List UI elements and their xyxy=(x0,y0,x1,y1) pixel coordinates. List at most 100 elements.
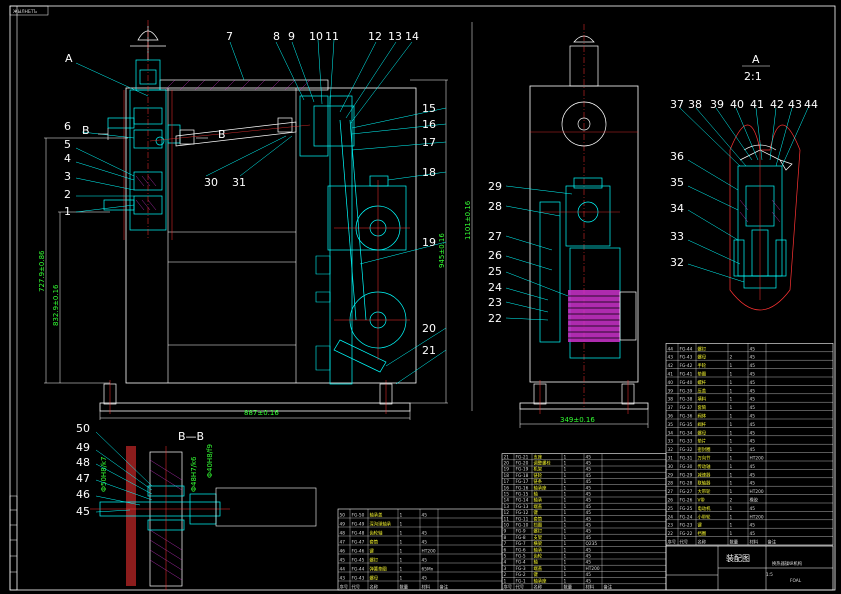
bom-cell: 减速器 xyxy=(698,471,712,478)
bom-cell: HT200 xyxy=(750,456,764,462)
bom-cell: 3 xyxy=(504,566,507,572)
bom-cell: 齿轮轴 xyxy=(370,530,383,537)
bom-header-cell: 备注 xyxy=(440,584,449,591)
dim-height-4: 1101±0.16 xyxy=(464,200,472,240)
part-47: 47 xyxy=(76,472,90,485)
bom-cell: 50 xyxy=(340,513,346,519)
bom-cell: 11 xyxy=(504,516,510,522)
bom-cell: 45 xyxy=(586,510,592,516)
bom-cell: FG-15 xyxy=(516,492,529,498)
bom-cell: 键 xyxy=(698,522,703,529)
bom-cell: 40 xyxy=(668,380,674,386)
bom-cell: 键 xyxy=(534,509,539,516)
part-24: 24 xyxy=(488,281,502,294)
bom-cell: FG-43 xyxy=(352,576,365,582)
bom-cell: 支座 xyxy=(534,453,543,460)
bom-cell: 6 xyxy=(504,547,507,553)
bom-cell: FG-9 xyxy=(516,529,526,535)
bom-cell: 32 xyxy=(668,447,674,453)
drawing-canvas: ЖЫЛНБТЪ 727.9±0.86 832.9±0.16 887±0.16 9… xyxy=(0,0,841,594)
dim-height-2: 832.9±0.16 xyxy=(52,284,60,326)
bom-cell: FG-45 xyxy=(352,558,365,564)
section-A-label: A xyxy=(65,52,73,65)
part-39: 39 xyxy=(710,98,724,111)
bom-cell: 45 xyxy=(750,506,756,512)
part-42: 42 xyxy=(770,98,784,111)
bom-cell: FG-18 xyxy=(516,473,529,479)
bom-cell: 1 xyxy=(564,479,567,485)
bom-cell: 1 xyxy=(400,513,403,519)
bom-cell: 45 xyxy=(586,504,592,510)
bom-cell: 2 xyxy=(730,355,733,361)
part-25: 25 xyxy=(488,265,502,278)
bom-cell: 调整螺栓 xyxy=(534,460,552,467)
bom-cell: 1 xyxy=(730,447,733,453)
part-18: 18 xyxy=(422,166,436,179)
bom-cell: 1 xyxy=(564,504,567,510)
bom-cell: FG-42 xyxy=(680,363,693,369)
bom-cell: 1 xyxy=(730,506,733,512)
bom-header-cell: 名称 xyxy=(534,584,543,591)
bom-cell: 27 xyxy=(668,489,674,495)
bom-cell: 1 xyxy=(564,467,567,473)
bom-cell: 45 xyxy=(750,447,756,453)
bom-cell: FG-14 xyxy=(516,498,529,504)
bom-cell: 47 xyxy=(340,540,346,546)
part-3: 3 xyxy=(64,170,71,183)
bom-header-cell: 备注 xyxy=(768,539,777,546)
bom-cell: 螺钉 xyxy=(698,345,707,352)
bom-cell: 45 xyxy=(750,523,756,529)
part-14: 14 xyxy=(405,30,419,43)
bom-cell: FG-23 xyxy=(680,523,693,529)
bom-cell: 轴 xyxy=(534,491,538,498)
bom-header-cell: 代号 xyxy=(680,539,689,546)
bom-cell: 46 xyxy=(340,549,346,555)
part-49: 49 xyxy=(76,441,90,454)
bom-cell: FG-1 xyxy=(516,578,526,584)
bom-cell: 45 xyxy=(422,576,428,582)
bom-cell: 1 xyxy=(730,481,733,487)
bom-cell: FG-3 xyxy=(516,566,526,572)
section-BB-view xyxy=(90,446,317,590)
bom-cell: 45 xyxy=(422,540,428,546)
bom-cell: 21 xyxy=(504,454,510,460)
bom-cell: 2 xyxy=(730,498,733,504)
bom-cell: 1 xyxy=(564,554,567,560)
bom-cell: 39 xyxy=(668,388,674,394)
bom-cell: 48 xyxy=(340,531,346,537)
bom-cell: 1 xyxy=(730,439,733,445)
bom-cell: 1 xyxy=(564,572,567,578)
scale-value: 1:5 xyxy=(766,572,773,578)
part-30: 30 xyxy=(204,176,218,189)
bom-cell: 套筒 xyxy=(698,404,707,411)
part-32: 32 xyxy=(670,256,684,269)
bom-cell: FG-10 xyxy=(516,523,529,529)
part-29: 29 xyxy=(488,180,502,193)
bom-cell: 小带轮 xyxy=(698,513,712,520)
bom-cell: FG-19 xyxy=(516,467,529,473)
bom-cell: 套筒 xyxy=(370,539,379,546)
bom-cell: 45 xyxy=(586,461,592,467)
bom-cell: 1 xyxy=(400,531,403,537)
part-20: 20 xyxy=(422,322,436,335)
bom-cell: FG-43 xyxy=(680,355,693,361)
bom-cell: 1 xyxy=(730,405,733,411)
bom-cell: 螺母 xyxy=(698,429,707,436)
bom-cell: 45 xyxy=(750,397,756,403)
bom-cell: 1 xyxy=(730,456,733,462)
bom-header-cell: 序号 xyxy=(668,539,677,546)
bom-cell: 20 xyxy=(504,461,510,467)
bom-cell: 1 xyxy=(564,498,567,504)
bom-cell: FG-20 xyxy=(516,461,529,467)
dim-bb-3: Ф40H8/f9 xyxy=(206,444,214,478)
bom-cell: 链条 xyxy=(534,478,543,485)
assembly-drawing: ЖЫЛНБТЪ 727.9±0.86 832.9±0.16 887±0.16 9… xyxy=(9,5,836,591)
bom-header-cell: 代号 xyxy=(352,584,361,591)
bom-cell: 键 xyxy=(534,571,539,578)
bom-cell: 1 xyxy=(564,535,567,541)
bom-cell: 14 xyxy=(504,498,510,504)
bom-cell: FG-35 xyxy=(680,422,693,428)
bom-cell: 万向节 xyxy=(698,455,712,462)
bom-cell: 链轮 xyxy=(534,472,543,479)
bom-cell: 42 xyxy=(668,363,674,369)
